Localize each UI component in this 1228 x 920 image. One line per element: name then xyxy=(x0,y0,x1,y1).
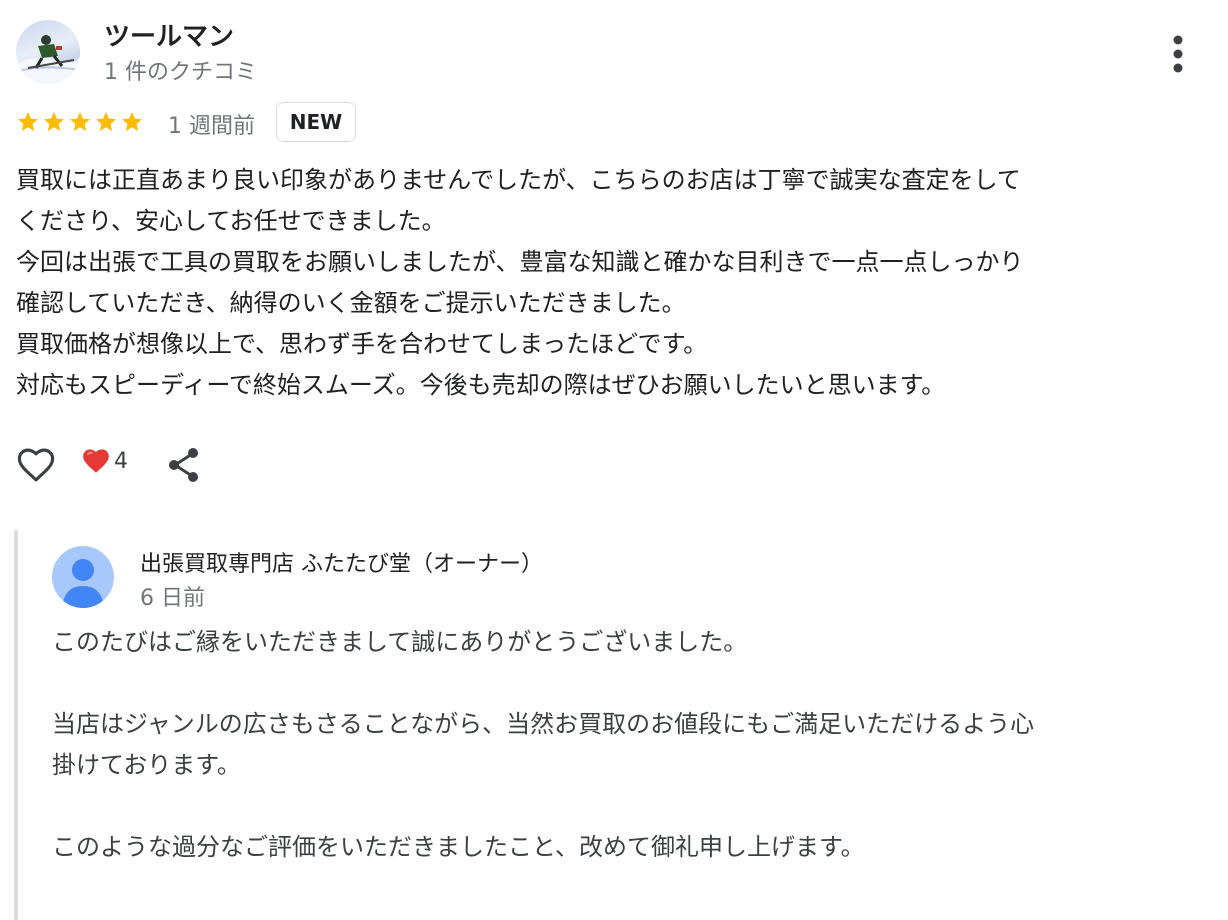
owner-name: 出張買取専門店 ふたたび堂（オーナー） xyxy=(140,552,543,577)
new-badge: NEW xyxy=(276,102,356,142)
more-options-button[interactable] xyxy=(1160,32,1196,76)
review-text: 買取には正直あまり良い印象がありませんでしたが、こちらのお店は丁寧で誠実な査定を… xyxy=(16,160,1206,406)
avatar-photo xyxy=(16,35,80,84)
star-icon xyxy=(70,112,90,131)
person-icon xyxy=(62,559,104,608)
owner-reply-time: 6 日前 xyxy=(140,586,205,611)
star-icon xyxy=(122,112,142,131)
owner-reply-text: このたびはご縁をいただきまして誠にありがとうございました。 当店はジャンルの広さ… xyxy=(52,622,1212,909)
like-button[interactable] xyxy=(14,444,58,486)
reaction-count: 4 xyxy=(114,448,128,474)
share-icon xyxy=(169,448,198,482)
star-icon xyxy=(44,112,64,131)
owner-avatar xyxy=(52,546,114,608)
review-line: 確認していただき、納得のいく金額をご提示いただきました。 xyxy=(16,289,686,317)
review-line: 買取には正直あまり良い印象がありませんでしたが、こちらのお店は丁寧で誠実な査定を… xyxy=(16,166,1021,194)
review-line: 今回は出張で工具の買取をお願いしましたが、豊富な知識と確かな目利きで一点一点しっ… xyxy=(16,248,1024,276)
reply-line: 掛けております。 xyxy=(52,751,241,779)
review-time: 1 週間前 xyxy=(168,114,255,139)
share-button[interactable] xyxy=(166,446,202,484)
reaction-summary[interactable]: 4 xyxy=(82,448,128,474)
reply-divider xyxy=(14,530,18,920)
reply-line: このような過分なご評価をいただきましたこと、改めて御礼申し上げます。 xyxy=(52,833,865,861)
reply-paragraph: このような過分なご評価をいただきましたこと、改めて御礼申し上げます。 xyxy=(52,827,1212,868)
star-icon xyxy=(96,112,116,131)
red-heart-icon xyxy=(83,449,109,473)
reply-paragraph: このたびはご縁をいただきまして誠にありがとうございました。 xyxy=(52,622,1212,663)
reply-paragraph: 当店はジャンルの広さもさることながら、当然お買取のお値段にもご満足いただけるよう… xyxy=(52,704,1212,786)
heart-outline-icon xyxy=(17,448,55,482)
review-count: 1 件のクチコミ xyxy=(104,60,257,85)
reply-line: 当店はジャンルの広さもさることながら、当然お買取のお値段にもご満足いただけるよう… xyxy=(52,710,1035,738)
reply-line: このたびはご縁をいただきまして誠にありがとうございました。 xyxy=(52,628,748,656)
review-line: くださり、安心してお任せできました。 xyxy=(16,207,446,235)
more-vert-icon xyxy=(1173,35,1183,73)
review-line: 買取価格が想像以上で、思わず手を合わせてしまったほどです。 xyxy=(16,330,708,358)
reviewer-name[interactable]: ツールマン xyxy=(104,16,234,53)
review-line: 対応もスピーディーで終始スムーズ。今後も売却の際はぜひお願いしたいと思います。 xyxy=(16,371,946,399)
reviewer-avatar[interactable] xyxy=(16,20,80,84)
star-icon xyxy=(18,112,38,131)
star-rating xyxy=(16,110,144,134)
